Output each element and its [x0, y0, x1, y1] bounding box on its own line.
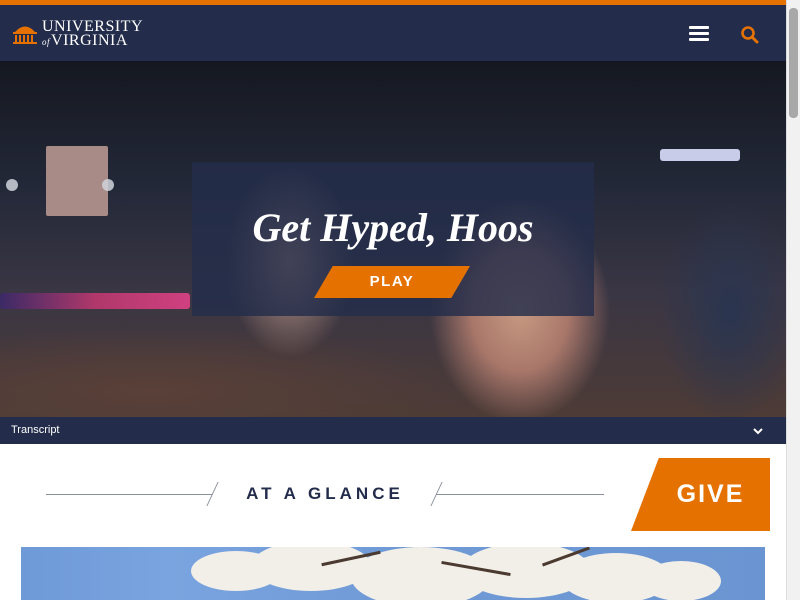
divider-line: [436, 494, 604, 495]
hero-overlay-panel: Get Hyped, Hoos PLAY: [192, 162, 594, 316]
page-scrollbar[interactable]: [786, 0, 800, 600]
logo-line-virginia: ofVIRGINIA: [42, 33, 143, 49]
logo-of: of: [42, 37, 51, 47]
university-logo[interactable]: UNIVERSITY ofVIRGINIA: [12, 19, 143, 49]
transcript-label: Transcript: [11, 424, 60, 436]
section-title: AT A GLANCE: [246, 484, 404, 503]
arena-light: [6, 179, 18, 191]
scrollbar-thumb[interactable]: [789, 8, 798, 118]
hero-video: Get Hyped, Hoos PLAY: [0, 61, 786, 417]
arena-banner: [46, 146, 108, 216]
transcript-toggle[interactable]: Transcript: [0, 417, 786, 444]
arena-light: [0, 293, 190, 309]
logo-wordmark: UNIVERSITY ofVIRGINIA: [42, 19, 143, 49]
play-button[interactable]: PLAY: [314, 266, 470, 298]
divider-line: [46, 494, 212, 495]
logo-virginia: VIRGINIA: [51, 32, 128, 49]
arena-light: [102, 179, 114, 191]
chevron-down-icon: [753, 428, 763, 435]
campus-photo: [21, 547, 765, 600]
hamburger-menu-icon[interactable]: [689, 26, 709, 42]
rotunda-icon: [13, 26, 37, 44]
search-icon[interactable]: [740, 25, 760, 45]
site-header: UNIVERSITY ofVIRGINIA: [0, 5, 786, 61]
give-button[interactable]: GIVE: [631, 458, 770, 531]
hero-title: Get Hyped, Hoos: [252, 205, 534, 250]
arena-light: [660, 149, 740, 161]
